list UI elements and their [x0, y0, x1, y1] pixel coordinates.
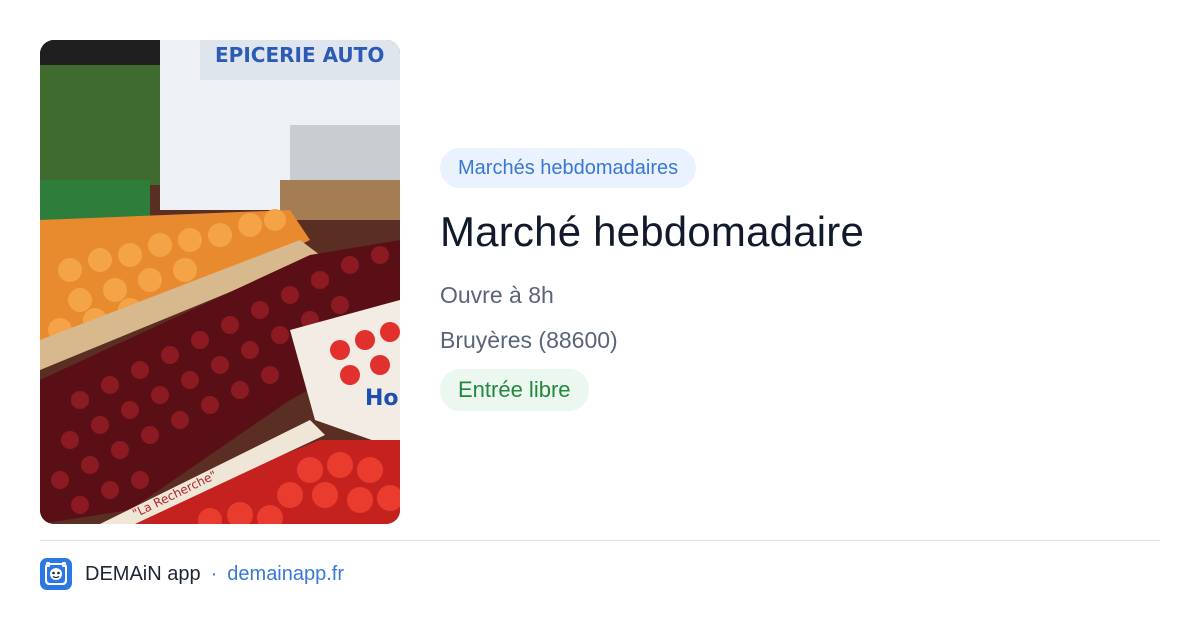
event-location: Bruyères (88600) [440, 327, 618, 353]
app-site-link[interactable]: demainapp.fr [227, 563, 344, 586]
svg-text:EPICERIE AUTO: EPICERIE AUTO [215, 43, 384, 67]
svg-text:Ho: Ho [365, 386, 399, 411]
category-badge[interactable]: Marchés hebdomadaires [440, 148, 697, 188]
opening-hours: Ouvre à 8h [440, 282, 554, 308]
footer-divider [40, 540, 1160, 541]
market-stall-photo: EPICERIE AUTO Ho "La Recherche" [40, 40, 400, 524]
footer-separator: · [210, 562, 218, 585]
footer: DEMAiN app · demainapp.fr [40, 558, 344, 590]
access-badge: Entrée libre [440, 369, 589, 411]
event-title: Marché hebdomadaire [440, 208, 865, 255]
demain-app-logo-icon [40, 558, 72, 590]
event-info: Marchés hebdomadaires Marché hebdomadair… [440, 148, 1160, 411]
app-name: DEMAiN app [85, 562, 201, 585]
